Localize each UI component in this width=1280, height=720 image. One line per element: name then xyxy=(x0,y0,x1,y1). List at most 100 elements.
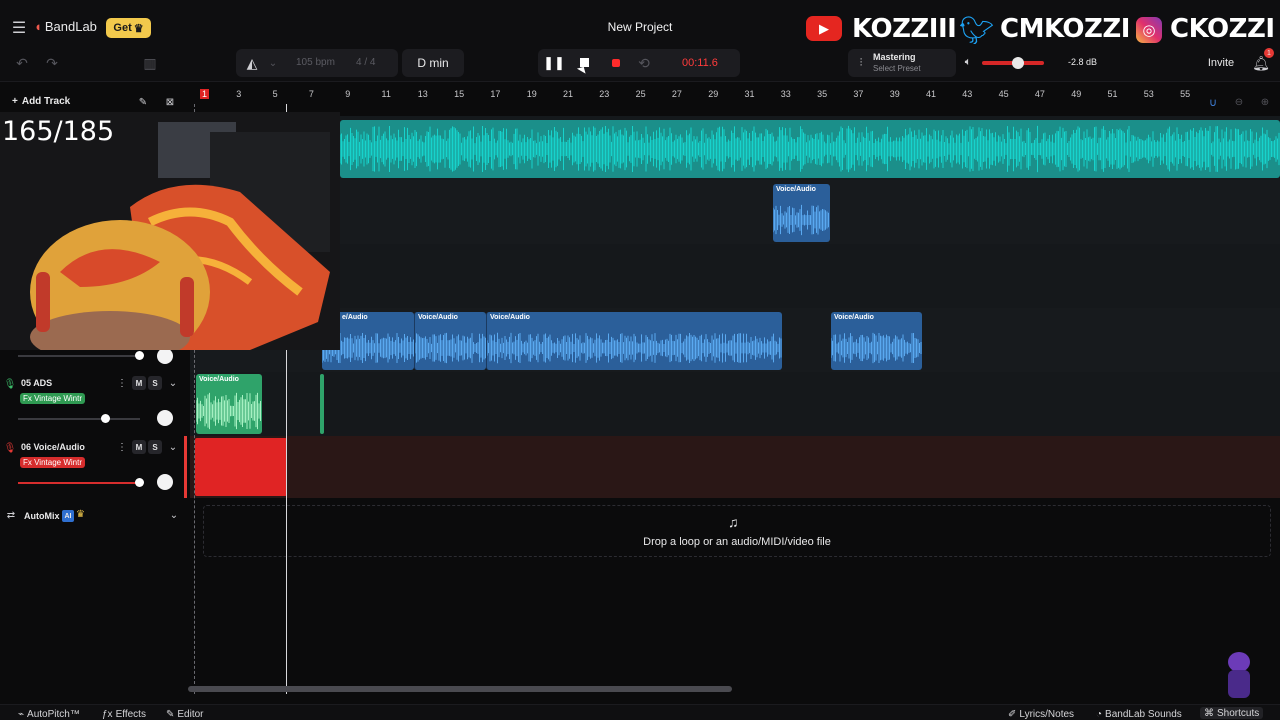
add-track-button[interactable]: + Add Track xyxy=(12,96,70,107)
webcam-image xyxy=(0,112,340,350)
pan-knob[interactable] xyxy=(157,474,173,490)
ruler-tick-label: 13 xyxy=(417,89,428,99)
chevron-down-icon[interactable]: ⌄ xyxy=(166,376,180,390)
track-name[interactable]: 05 ADS xyxy=(21,378,52,388)
fx-badge[interactable]: Fx Vintage Wintr xyxy=(20,457,85,468)
audio-clip[interactable]: Voice/Audio xyxy=(831,312,922,370)
more-icon[interactable]: ⋮ xyxy=(117,377,127,389)
key-button[interactable]: D min xyxy=(402,49,464,77)
fx-icon: ƒx xyxy=(102,709,113,720)
record-button[interactable] xyxy=(608,55,624,71)
get-membership-button[interactable]: Get ♛ xyxy=(106,18,151,38)
ruler-tick-label: 1 xyxy=(200,89,210,99)
chevron-down-icon[interactable]: ⌄ xyxy=(166,440,180,454)
ruler-tick-label: 35 xyxy=(817,89,828,99)
horizontal-scrollbar[interactable] xyxy=(188,686,732,692)
volume-slider[interactable] xyxy=(18,418,140,420)
track-number: 06 xyxy=(21,442,32,452)
pause-icon[interactable]: ❚❚ xyxy=(543,55,565,71)
audio-clip-green-small[interactable] xyxy=(320,374,324,434)
music-note-icon: ♫ xyxy=(728,514,739,530)
chevron-down-icon[interactable]: ⌄ xyxy=(266,55,280,71)
volume-slider[interactable] xyxy=(18,482,140,484)
clip-label: Voice/Audio xyxy=(834,314,874,321)
keyboard-icon[interactable]: ▥ xyxy=(140,54,160,72)
more-icon[interactable]: ⋮ xyxy=(117,441,127,453)
bandlab-sounds-button[interactable]: ◔ BandLab Sounds xyxy=(1096,709,1182,720)
time-signature[interactable]: 4 / 4 xyxy=(356,57,375,68)
recording-clip[interactable] xyxy=(195,438,287,496)
zoom-out-icon[interactable]: ⊖ xyxy=(1232,95,1246,109)
project-title[interactable]: New Project xyxy=(560,20,720,34)
mute-button[interactable]: M xyxy=(132,376,146,390)
ruler-tick-label: 17 xyxy=(490,89,501,99)
ruler-tick-label: 25 xyxy=(635,89,646,99)
add-track-label: Add Track xyxy=(21,96,71,107)
fx-badge[interactable]: Fx Vintage Wintr xyxy=(20,393,85,404)
audio-clip[interactable]: Voice/Audio xyxy=(773,184,830,242)
mastering-button[interactable]: ⫶ Mastering Select Preset xyxy=(848,49,956,77)
volume-slider-handle[interactable] xyxy=(101,414,110,423)
ruler-tick-label: 27 xyxy=(671,89,682,99)
loop-icon[interactable]: ⟲ xyxy=(636,55,652,71)
track-lane-5[interactable]: Voice/Audio xyxy=(190,372,1280,436)
drop-zone[interactable]: ♫ Drop a loop or an audio/MIDI/video fil… xyxy=(203,505,1271,557)
logo-text: BandLab xyxy=(44,19,97,34)
editor-button[interactable]: ✎ Editor xyxy=(166,709,204,720)
pan-knob[interactable] xyxy=(157,348,173,364)
magnet-icon[interactable]: ∪ xyxy=(1206,95,1220,109)
shortcuts-button[interactable]: ⌘ Shortcuts xyxy=(1200,707,1264,719)
pencil-icon[interactable]: ✎ xyxy=(136,95,150,109)
pan-knob[interactable] xyxy=(157,410,173,426)
waveform xyxy=(831,332,922,364)
track-lane-2[interactable]: Voice/Audio xyxy=(190,180,1280,244)
volume-slider-handle[interactable] xyxy=(135,351,144,360)
drop-zone-text: Drop a loop or an audio/MIDI/video file xyxy=(643,536,831,548)
track-lane-3[interactable] xyxy=(190,244,1280,308)
menu-icon[interactable]: ☰ xyxy=(10,18,28,38)
ruler-tick-label: 39 xyxy=(889,89,900,99)
automix-row[interactable]: ⇄ AutoMix AI ♛ ⌄ xyxy=(0,506,190,526)
redo-icon[interactable]: ↷ xyxy=(42,54,62,72)
zoom-in-icon[interactable]: ⊕ xyxy=(1258,95,1272,109)
social-handle-instagram: CKOZZI xyxy=(1170,14,1275,44)
track-lane-6-recording[interactable] xyxy=(190,436,1280,498)
invite-button[interactable]: Invite xyxy=(1198,53,1244,73)
audio-clip[interactable]: Voice/Audio xyxy=(414,312,486,370)
track-name[interactable]: 06 Voice/Audio xyxy=(21,442,85,452)
solo-button[interactable]: S xyxy=(148,376,162,390)
waveform xyxy=(415,332,486,364)
speaker-icon[interactable]: 🔈︎ xyxy=(960,54,976,70)
audio-clip-green[interactable]: Voice/Audio xyxy=(196,374,262,434)
collapse-icon[interactable]: ⊠ xyxy=(163,95,177,109)
ruler-tick-label: 5 xyxy=(272,89,278,99)
command-icon: ⌘ xyxy=(1204,707,1214,719)
track-lane-1[interactable] xyxy=(190,116,1280,180)
effects-button[interactable]: ƒx Effects xyxy=(102,709,146,720)
metronome-icon[interactable]: ◭ xyxy=(244,55,260,71)
waveform xyxy=(340,125,1280,173)
mute-button[interactable]: M xyxy=(132,440,146,454)
solo-button[interactable]: S xyxy=(148,440,162,454)
autopitch-icon: ⌁ xyxy=(18,709,25,720)
lyrics-notes-button[interactable]: ✐ Lyrics/Notes xyxy=(1008,709,1074,720)
clip-label: Voice/Audio xyxy=(776,186,816,193)
timeline-ruler[interactable]: 1 3 5 7 9 11 13 15 17 19 21 23 25 27 29 31 33 35 37 39 41 43 4… xyxy=(190,86,1280,104)
master-volume-knob[interactable] xyxy=(1012,57,1024,69)
undo-icon[interactable]: ↶ xyxy=(12,54,32,72)
track-lane-4[interactable]: e/Audio Voice/Audio Voice/Audio Voice/Au… xyxy=(190,308,1280,372)
ruler-tick-label: 31 xyxy=(744,89,755,99)
audio-clip-teal[interactable] xyxy=(340,120,1280,178)
volume-slider-handle[interactable] xyxy=(135,478,144,487)
slide-counter: 165/185 xyxy=(2,116,115,147)
chevron-down-icon[interactable]: ⌄ xyxy=(168,509,180,521)
audio-clip[interactable]: Voice/Audio xyxy=(486,312,782,370)
social-handle-twitter: CMKOZZI xyxy=(1000,14,1130,44)
ruler-tick-label: 37 xyxy=(853,89,864,99)
automix-icon: ⇄ xyxy=(6,509,16,521)
autopitch-button[interactable]: ⌁ AutoPitch™ xyxy=(18,709,80,720)
volume-slider[interactable] xyxy=(18,355,140,357)
track-controls-6: 🎙︎ 06 Voice/Audio ⋮ M S ⌄ Fx Vintage Win… xyxy=(0,436,190,500)
logo[interactable]: ◖ BandLab xyxy=(34,19,97,34)
bpm-field[interactable]: 105 bpm xyxy=(296,57,335,68)
